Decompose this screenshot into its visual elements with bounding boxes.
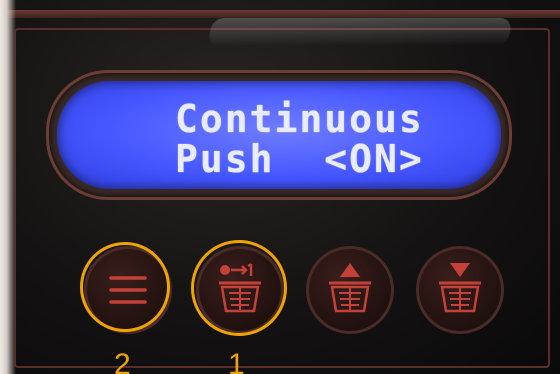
control-panel: Continuous Push <ON> 2 1 [0, 0, 560, 374]
basket-up-button[interactable] [306, 246, 394, 334]
panel-top-stripe [0, 10, 560, 18]
menu-icon [109, 276, 147, 304]
lcd-bezel: Continuous Push <ON> [46, 70, 512, 200]
basket-up-arrow-icon [329, 263, 371, 313]
basket-plus-one-icon [219, 263, 261, 313]
display-line-1: Continuous [175, 97, 424, 141]
basket-down-arrow-icon [439, 263, 481, 313]
basket-add-button[interactable] [196, 246, 284, 334]
menu-button[interactable] [84, 246, 172, 334]
basket-down-button[interactable] [416, 246, 504, 334]
lcd-display: Continuous Push <ON> [57, 81, 501, 189]
reflection-glare [207, 18, 513, 46]
callout-label-2: 2 [114, 348, 131, 374]
display-line-2: Push <ON> [175, 137, 424, 181]
callout-label-1: 1 [228, 348, 245, 374]
